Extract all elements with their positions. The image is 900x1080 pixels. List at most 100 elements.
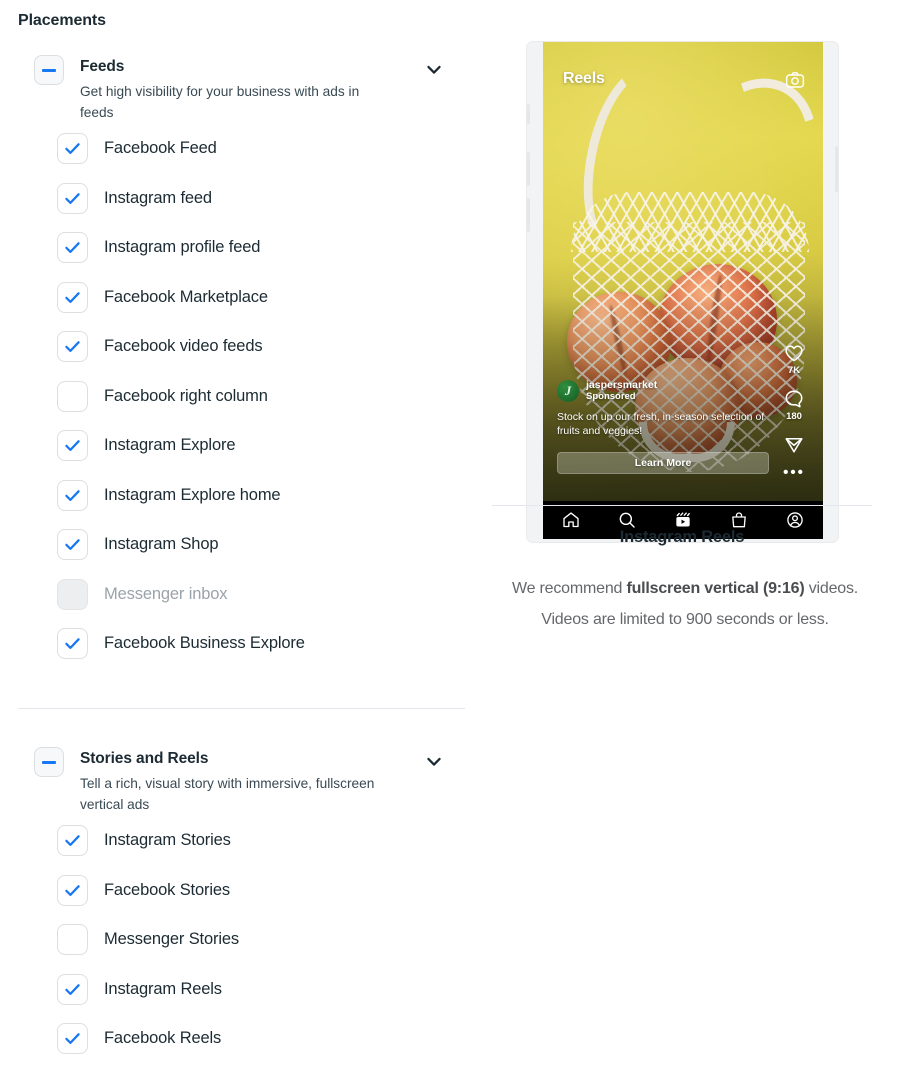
group-header: Feeds Get high visibility for your busin…: [0, 48, 482, 120]
placement-option-facebook-marketplace[interactable]: Facebook Marketplace: [0, 273, 482, 323]
group-header: Stories and Reels Tell a rich, visual st…: [0, 740, 482, 812]
phone-mockup: Reels 7K 180 ••• J jaspersmarket Sponsor…: [527, 42, 838, 542]
comment-action[interactable]: 180: [773, 388, 815, 422]
share-action[interactable]: [773, 434, 815, 456]
group-toggle-checkbox-feeds[interactable]: [34, 55, 64, 85]
placement-option-label: Facebook Reels: [104, 1029, 222, 1048]
preview-desc-part-a: We recommend: [511, 580, 627, 597]
reels-action-rail: 7K 180 •••: [773, 342, 815, 490]
group-title-stories: Stories and Reels: [80, 750, 209, 767]
chevron-down-icon[interactable]: [424, 60, 444, 80]
more-options-action[interactable]: •••: [773, 464, 815, 481]
checkbox-checked-icon[interactable]: [57, 825, 88, 857]
placement-option-messenger-inbox: Messenger inbox: [0, 570, 482, 620]
placement-option-instagram-stories[interactable]: Instagram Stories: [0, 816, 482, 866]
checkbox-checked-icon[interactable]: [57, 529, 88, 561]
shop-icon[interactable]: [729, 510, 749, 530]
placement-option-list-feeds: Facebook Feed Instagram feed Instagram pro…: [0, 124, 482, 669]
group-title-feeds: Feeds: [80, 58, 125, 75]
group-toggle-checkbox-stories[interactable]: [34, 747, 64, 777]
minus-icon: [42, 68, 56, 72]
placement-option-label: Instagram Reels: [104, 979, 222, 998]
profile-icon[interactable]: [785, 510, 805, 530]
checkbox-checked-icon[interactable]: [57, 281, 88, 313]
checkbox-checked-icon[interactable]: [57, 628, 88, 660]
placement-option-facebook-right-column[interactable]: Facebook right column: [0, 372, 482, 422]
preview-desc-emphasis: fullscreen vertical (9:16): [626, 580, 805, 597]
placement-option-facebook-video-feeds[interactable]: Facebook video feeds: [0, 322, 482, 372]
placement-option-facebook-feed[interactable]: Facebook Feed: [0, 124, 482, 174]
more-options-icon: •••: [783, 464, 805, 481]
placement-option-label: Instagram profile feed: [104, 238, 261, 257]
checkbox-checked-icon[interactable]: [57, 1023, 88, 1055]
placement-option-instagram-shop[interactable]: Instagram Shop: [0, 520, 482, 570]
ad-caption: Stock on up our fresh, in-season selecti…: [557, 411, 765, 437]
search-icon[interactable]: [617, 510, 637, 530]
avatar[interactable]: J: [557, 380, 579, 402]
placement-option-instagram-profile-feed[interactable]: Instagram profile feed: [0, 223, 482, 273]
group-description-stories: Tell a rich, visual story with immersive…: [80, 776, 375, 812]
advertiser-name[interactable]: jaspersmarket: [586, 379, 657, 391]
checkbox-checked-icon[interactable]: [57, 973, 88, 1005]
checkbox-checked-icon[interactable]: [57, 133, 88, 165]
checkbox-unchecked-icon[interactable]: [57, 924, 88, 956]
ad-sponsor-block: J jaspersmarket Sponsored Stock on up ou…: [557, 379, 769, 438]
placement-preview-panel: Reels 7K 180 ••• J jaspersmarket Sponsor…: [482, 0, 900, 1080]
placements-screen: Placements Feeds Get high visibility for…: [0, 0, 900, 1080]
preview-divider: [492, 505, 872, 506]
comment-icon: [785, 390, 803, 408]
preview-description: We recommend fullscreen vertical (9:16) …: [490, 573, 880, 635]
placement-option-label: Messenger inbox: [104, 584, 228, 603]
phone-button: [527, 198, 530, 232]
placement-option-instagram-feed[interactable]: Instagram feed: [0, 174, 482, 224]
placement-option-label: Instagram Shop: [104, 535, 219, 554]
placement-option-facebook-reels[interactable]: Facebook Reels: [0, 1014, 482, 1064]
placement-option-label: Facebook Business Explore: [104, 634, 305, 653]
placement-group-feeds: Feeds Get high visibility for your busin…: [0, 48, 482, 669]
placement-option-label: Facebook Marketplace: [104, 287, 268, 306]
checkbox-checked-icon[interactable]: [57, 479, 88, 511]
placement-option-facebook-business-explore[interactable]: Facebook Business Explore: [0, 619, 482, 669]
learn-more-button[interactable]: Learn More: [557, 452, 769, 474]
checkbox-unchecked-icon[interactable]: [57, 380, 88, 412]
share-icon: [785, 437, 803, 453]
ad-creative-image: Reels 7K 180 ••• J jaspersmarket Sponsor…: [543, 42, 823, 502]
like-action[interactable]: 7K: [773, 342, 815, 376]
heart-icon: [785, 345, 803, 362]
placement-option-label: Instagram Explore home: [104, 485, 281, 504]
placement-option-facebook-stories[interactable]: Facebook Stories: [0, 866, 482, 916]
checkbox-checked-icon[interactable]: [57, 232, 88, 264]
placement-group-stories-and-reels: Stories and Reels Tell a rich, visual st…: [0, 740, 482, 1064]
placement-option-messenger-stories[interactable]: Messenger Stories: [0, 915, 482, 965]
group-description-feeds: Get high visibility for your business wi…: [80, 84, 360, 120]
phone-button: [527, 104, 530, 124]
page-title: Placements: [18, 12, 106, 29]
home-icon[interactable]: [561, 510, 581, 530]
checkbox-checked-icon[interactable]: [57, 430, 88, 462]
placement-option-label: Facebook video feeds: [104, 337, 263, 356]
placement-option-instagram-explore[interactable]: Instagram Explore: [0, 421, 482, 471]
camera-icon[interactable]: [785, 70, 805, 90]
placement-option-label: Instagram Stories: [104, 831, 231, 850]
placement-option-list-stories: Instagram Stories Facebook Stories Messeng…: [0, 816, 482, 1064]
checkbox-unchecked-icon: [57, 578, 88, 610]
preview-title: Instagram Reels: [619, 528, 745, 546]
placement-option-instagram-reels[interactable]: Instagram Reels: [0, 965, 482, 1015]
checkbox-checked-icon[interactable]: [57, 331, 88, 363]
placement-option-label: Facebook Stories: [104, 880, 230, 899]
placement-option-label: Instagram Explore: [104, 436, 236, 455]
placement-option-label: Facebook Feed: [104, 139, 217, 158]
phone-button: [835, 146, 838, 192]
reels-icon[interactable]: [673, 510, 693, 530]
checkbox-checked-icon[interactable]: [57, 182, 88, 214]
chevron-down-icon[interactable]: [424, 752, 444, 772]
placement-option-label: Instagram feed: [104, 188, 212, 207]
comment-count: 180: [786, 411, 802, 422]
placement-option-instagram-explore-home[interactable]: Instagram Explore home: [0, 471, 482, 521]
placements-panel: Placements Feeds Get high visibility for…: [0, 0, 482, 1080]
like-count: 7K: [787, 365, 801, 376]
checkbox-checked-icon[interactable]: [57, 874, 88, 906]
phone-screen: Reels 7K 180 ••• J jaspersmarket Sponsor…: [543, 42, 823, 539]
minus-icon: [42, 760, 56, 764]
phone-button: [527, 152, 530, 186]
